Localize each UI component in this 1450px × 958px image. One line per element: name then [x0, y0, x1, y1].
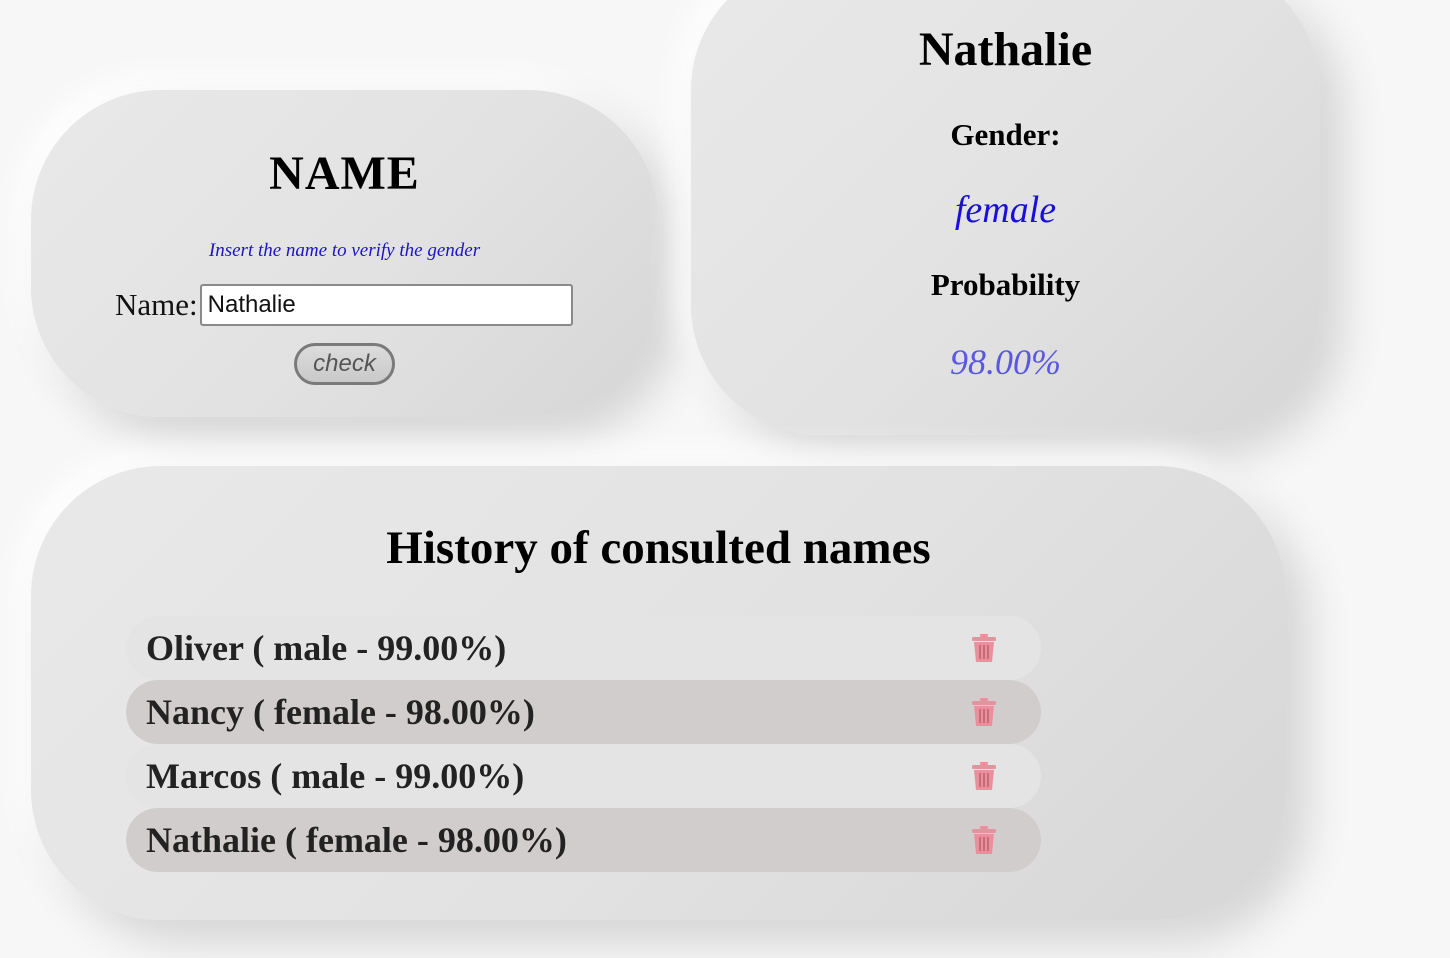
history-item: Oliver ( male - 99.00%) [126, 616, 1041, 680]
history-title: History of consulted names [386, 522, 931, 574]
name-form-card: NAME Insert the name to verify the gende… [31, 90, 658, 417]
history-item-text: Nancy ( female - 98.00%) [146, 692, 535, 732]
name-form-hint: Insert the name to verify the gender [208, 240, 481, 261]
gender-label: Gender: [950, 117, 1061, 152]
name-input-row: Name: [115, 284, 573, 326]
name-input[interactable] [199, 284, 573, 326]
trash-icon[interactable] [971, 761, 997, 791]
history-card: History of consulted names Oliver ( male… [31, 466, 1286, 920]
trash-icon[interactable] [971, 697, 997, 727]
check-button[interactable]: check [294, 343, 395, 385]
history-list: Oliver ( male - 99.00%) Nancy ( female -… [126, 616, 1041, 872]
probability-label: Probability [930, 267, 1081, 302]
name-form-title: NAME [269, 147, 420, 200]
result-card: Nathalie Gender: female Probability 98.0… [691, 0, 1320, 435]
history-item: Nancy ( female - 98.00%) [126, 680, 1041, 744]
trash-icon[interactable] [971, 825, 997, 855]
history-item-text: Nathalie ( female - 98.00%) [146, 820, 567, 860]
history-item: Marcos ( male - 99.00%) [126, 744, 1041, 808]
trash-icon[interactable] [971, 633, 997, 663]
page: NAME Insert the name to verify the gende… [0, 0, 1450, 958]
history-item-text: Oliver ( male - 99.00%) [146, 628, 507, 668]
gender-value: female [954, 189, 1057, 231]
history-item: Nathalie ( female - 98.00%) [126, 808, 1041, 872]
probability-value: 98.00% [950, 342, 1061, 382]
name-field-label: Name: [115, 287, 198, 322]
history-item-text: Marcos ( male - 99.00%) [146, 756, 525, 796]
result-name: Nathalie [918, 23, 1093, 76]
